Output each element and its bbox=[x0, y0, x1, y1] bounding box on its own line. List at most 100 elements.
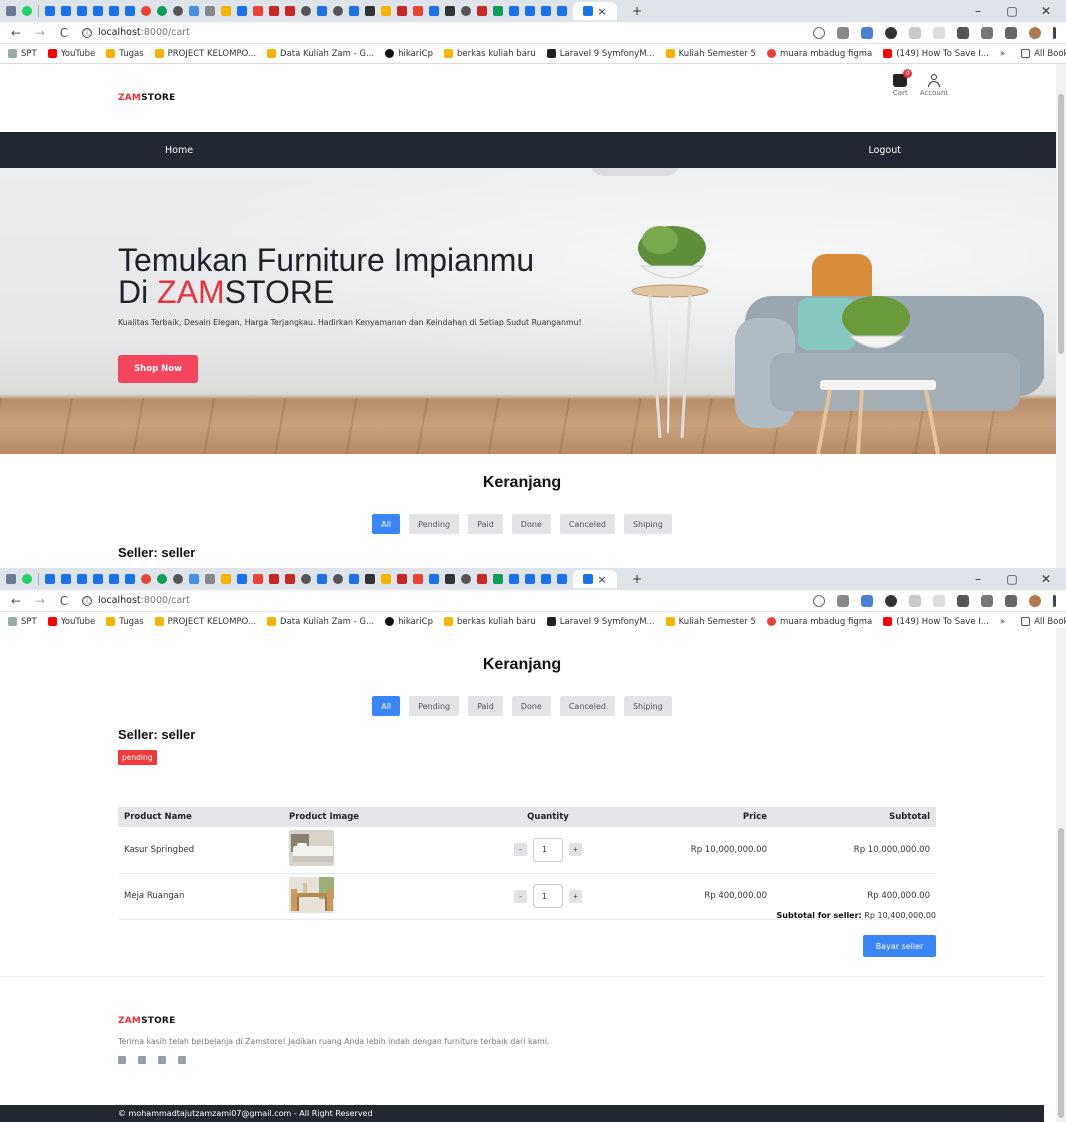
tab-favicon[interactable] bbox=[189, 574, 199, 584]
zoom-icon[interactable] bbox=[813, 26, 825, 39]
bookmark[interactable]: PROJECT KELOMPO... bbox=[154, 617, 256, 627]
bookmark-star-icon[interactable] bbox=[837, 26, 849, 39]
tab-favicon[interactable] bbox=[237, 574, 247, 584]
tab-paid[interactable]: Paid bbox=[468, 696, 503, 716]
extension-icon[interactable] bbox=[957, 26, 969, 39]
tab-favicon[interactable] bbox=[477, 6, 487, 16]
tab-favicon[interactable] bbox=[125, 6, 135, 16]
tab-favicon[interactable] bbox=[509, 574, 519, 584]
tab-favicon[interactable] bbox=[301, 574, 311, 584]
whatsapp-tab-icon[interactable] bbox=[22, 6, 32, 16]
tab-favicon[interactable] bbox=[509, 6, 519, 16]
extension-icon[interactable] bbox=[885, 26, 897, 39]
reload-button[interactable]: C bbox=[58, 594, 70, 608]
tab-favicon[interactable] bbox=[381, 6, 391, 16]
back-button[interactable]: ← bbox=[10, 594, 22, 608]
back-button[interactable]: ← bbox=[10, 26, 22, 40]
bookmark[interactable]: SPT bbox=[8, 49, 37, 59]
tab-favicon[interactable] bbox=[109, 574, 119, 584]
tab-favicon[interactable] bbox=[285, 6, 295, 16]
tab-paid[interactable]: Paid bbox=[468, 514, 503, 534]
tab-favicon[interactable] bbox=[317, 574, 327, 584]
bookmark[interactable]: Data Kuliah Zam - G... bbox=[267, 617, 374, 627]
tab-favicon[interactable] bbox=[349, 574, 359, 584]
extensions-puzzle-icon[interactable] bbox=[981, 594, 993, 607]
google-tab-icon[interactable] bbox=[141, 574, 151, 584]
bookmark[interactable]: PROJECT KELOMPO... bbox=[154, 49, 256, 59]
tab-favicon[interactable] bbox=[333, 574, 343, 584]
reload-button[interactable]: C bbox=[58, 26, 70, 40]
bookmark[interactable]: Kuliah Semester 5 bbox=[665, 617, 756, 627]
tab-favicon[interactable] bbox=[365, 574, 375, 584]
tab-shiping[interactable]: Shiping bbox=[623, 696, 672, 716]
tab-pending[interactable]: Pending bbox=[409, 696, 460, 716]
tab-favicon[interactable] bbox=[205, 6, 215, 16]
tab-favicon[interactable] bbox=[541, 6, 551, 16]
extension-icon[interactable] bbox=[933, 594, 945, 607]
gmail-tab-icon[interactable] bbox=[413, 6, 423, 16]
bookmark[interactable]: Tugas bbox=[106, 49, 144, 59]
page-scrollbar[interactable] bbox=[1056, 628, 1066, 1122]
bookmark[interactable]: muara mbadug figma bbox=[766, 617, 872, 627]
tab-favicon[interactable] bbox=[557, 6, 567, 16]
minimize-button[interactable]: – bbox=[964, 4, 992, 18]
pay-seller-button[interactable]: Bayar seller bbox=[863, 935, 936, 957]
bookmark[interactable]: hikariCp bbox=[385, 617, 433, 627]
tab-favicon[interactable] bbox=[461, 574, 471, 584]
profile-avatar-icon[interactable] bbox=[1029, 26, 1041, 39]
tab-favicon[interactable] bbox=[365, 6, 375, 16]
bookmark[interactable]: (149) How To Save I... bbox=[883, 49, 989, 59]
tab-favicon[interactable] bbox=[397, 574, 407, 584]
instagram-icon[interactable] bbox=[138, 1056, 146, 1064]
tab-favicon[interactable] bbox=[493, 6, 503, 16]
bookmark[interactable]: berkas kuliah baru bbox=[444, 617, 536, 627]
more-menu-icon[interactable] bbox=[1053, 26, 1056, 39]
tab-favicon[interactable] bbox=[397, 6, 407, 16]
active-tab[interactable]: × bbox=[573, 570, 617, 588]
google-tab-icon[interactable] bbox=[141, 6, 151, 16]
tab-favicon[interactable] bbox=[429, 6, 439, 16]
scrollbar-thumb[interactable] bbox=[1058, 94, 1064, 354]
tab-favicon[interactable] bbox=[461, 6, 471, 16]
extension-icon[interactable] bbox=[861, 26, 873, 39]
bookmark[interactable]: Laravel 9 SymfonyM... bbox=[546, 49, 655, 59]
tab-pending[interactable]: Pending bbox=[409, 514, 460, 534]
bookmark[interactable]: Data Kuliah Zam - G... bbox=[267, 49, 374, 59]
tab-favicon[interactable] bbox=[317, 6, 327, 16]
tab-favicon[interactable] bbox=[173, 574, 183, 584]
bookmark[interactable]: SPT bbox=[8, 617, 37, 627]
close-window-button[interactable]: ✕ bbox=[1032, 572, 1060, 586]
shop-now-button[interactable]: Shop Now bbox=[118, 355, 198, 383]
profile-avatar-icon[interactable] bbox=[1029, 594, 1041, 607]
close-window-button[interactable]: ✕ bbox=[1032, 4, 1060, 18]
reading-list-icon[interactable] bbox=[1005, 594, 1017, 607]
gmail-tab-icon[interactable] bbox=[413, 574, 423, 584]
tab-favicon[interactable] bbox=[93, 574, 103, 584]
bookmarks-overflow-button[interactable]: » bbox=[1000, 617, 1005, 627]
tab-favicon[interactable] bbox=[269, 6, 279, 16]
whatsapp-tab-icon[interactable] bbox=[22, 574, 32, 584]
tab-favicon[interactable] bbox=[77, 6, 87, 16]
tab-favicon[interactable] bbox=[93, 6, 103, 16]
tab-favicon[interactable] bbox=[77, 574, 87, 584]
new-tab-button[interactable]: + bbox=[623, 4, 651, 18]
tab-favicon[interactable] bbox=[557, 574, 567, 584]
decrease-qty-button[interactable]: - bbox=[514, 889, 527, 903]
increase-qty-button[interactable]: + bbox=[569, 843, 582, 857]
forward-button[interactable]: → bbox=[34, 26, 46, 40]
account-button[interactable]: Account bbox=[920, 74, 948, 97]
nav-home-link[interactable]: Home bbox=[165, 145, 193, 156]
tab-favicon[interactable] bbox=[61, 574, 71, 584]
extension-icon[interactable] bbox=[957, 594, 969, 607]
bookmark[interactable]: YouTube bbox=[47, 617, 95, 627]
tab-search-icon[interactable] bbox=[6, 574, 16, 584]
extension-icon[interactable] bbox=[909, 594, 921, 607]
tab-canceled[interactable]: Canceled bbox=[559, 514, 615, 534]
tab-close-icon[interactable]: × bbox=[597, 573, 606, 586]
bookmark[interactable]: YouTube bbox=[47, 49, 95, 59]
extension-icon[interactable] bbox=[933, 26, 945, 39]
more-menu-icon[interactable] bbox=[1053, 594, 1056, 607]
tab-favicon[interactable] bbox=[429, 574, 439, 584]
tab-favicon[interactable] bbox=[493, 574, 503, 584]
restore-button[interactable]: ▢ bbox=[998, 572, 1026, 586]
